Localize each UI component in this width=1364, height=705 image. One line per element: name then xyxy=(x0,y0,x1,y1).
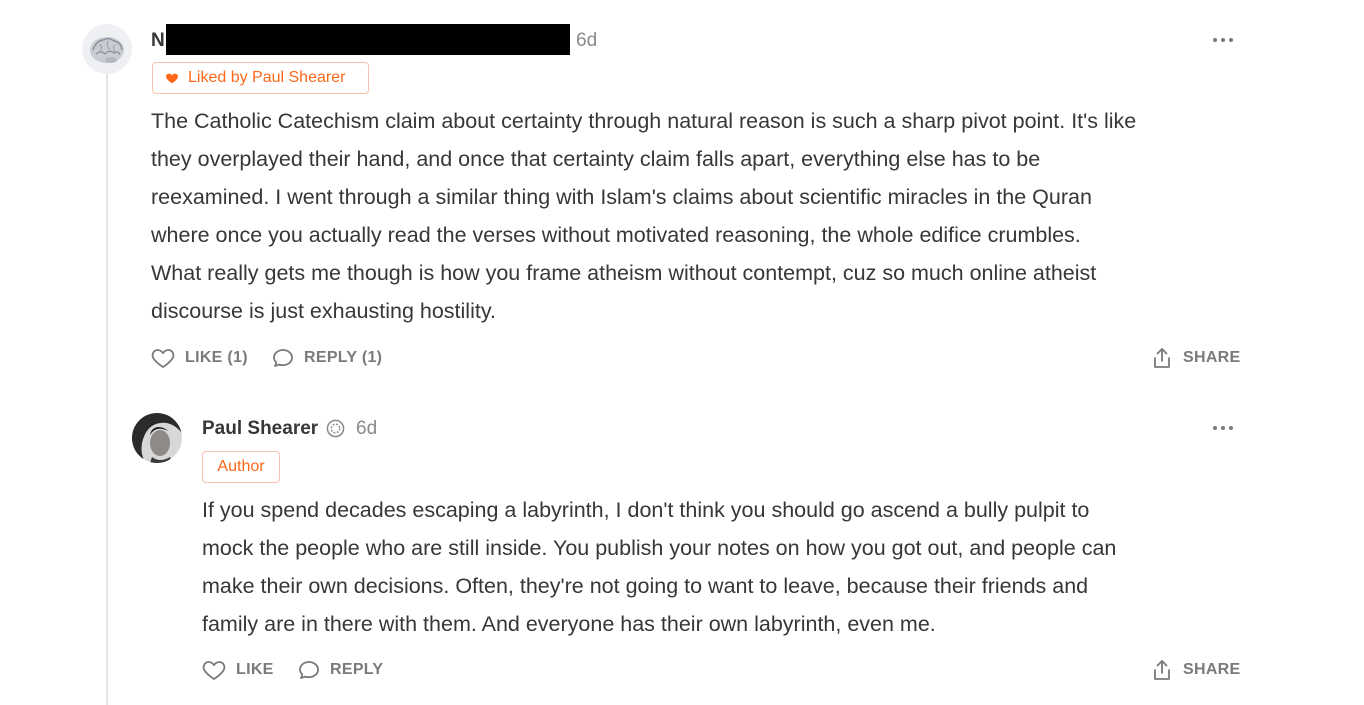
author-avatar[interactable] xyxy=(132,413,182,463)
like-label: LIKE (1) xyxy=(185,349,248,366)
author-badge: Author xyxy=(202,451,280,483)
commenter-avatar[interactable] xyxy=(82,24,132,74)
comment-line: What really gets me though is how you fr… xyxy=(151,261,1097,285)
like-label: LIKE xyxy=(236,661,274,678)
more-options-icon[interactable] xyxy=(1213,38,1235,44)
heart-icon xyxy=(166,73,178,84)
share-label: SHARE xyxy=(1183,349,1241,366)
like-icon xyxy=(202,661,226,681)
comment-line: The Catholic Catechism claim about certa… xyxy=(151,109,1137,133)
share-icon xyxy=(1154,660,1170,680)
verified-icon xyxy=(326,419,345,438)
like-button[interactable]: LIKE xyxy=(202,659,274,681)
share-button[interactable]: SHARE xyxy=(1151,346,1241,370)
like-icon xyxy=(151,349,175,369)
comment-timestamp[interactable]: 6d xyxy=(576,30,597,52)
reply-icon xyxy=(273,349,293,367)
liked-by-author-badge: Liked by Paul Shearer xyxy=(152,62,369,94)
comment-line: they overplayed their hand, and once tha… xyxy=(151,147,1041,171)
comment-line: where once you actually read the verses … xyxy=(151,223,1081,247)
reply-body: If you spend decades escaping a labyrint… xyxy=(202,491,1116,643)
reply-timestamp[interactable]: 6d xyxy=(356,418,377,440)
commenter-name[interactable]: N xyxy=(151,30,165,52)
reply-label: REPLY (1) xyxy=(304,349,383,366)
thread-line xyxy=(106,74,108,705)
comment-body: The Catholic Catechism claim about certa… xyxy=(151,102,1136,330)
comment-line: reexamined. I went through a similar thi… xyxy=(151,185,1092,209)
reply-button[interactable]: REPLY (1) xyxy=(272,347,382,369)
author-badge-label: Author xyxy=(217,458,265,475)
share-button[interactable]: SHARE xyxy=(1151,658,1241,682)
share-label: SHARE xyxy=(1183,661,1241,678)
share-icon xyxy=(1154,348,1170,368)
comment-line: discourse is just exhausting hostility. xyxy=(151,299,496,323)
redaction-bar xyxy=(166,24,570,55)
reply-line: make their own decisions. Often, they're… xyxy=(202,574,1089,598)
reply-button[interactable]: REPLY xyxy=(298,659,383,681)
liked-by-label: Liked by Paul Shearer xyxy=(188,69,346,86)
reply-line: family are in there with them. And every… xyxy=(202,612,936,636)
reply-line: If you spend decades escaping a labyrint… xyxy=(202,498,1090,522)
more-options-icon[interactable] xyxy=(1213,426,1235,432)
like-button[interactable]: LIKE (1) xyxy=(151,347,248,369)
reply-line: mock the people who are still inside. Yo… xyxy=(202,536,1117,560)
reply-label: REPLY xyxy=(330,661,384,678)
author-name[interactable]: Paul Shearer xyxy=(202,418,318,440)
reply-icon xyxy=(299,661,319,679)
